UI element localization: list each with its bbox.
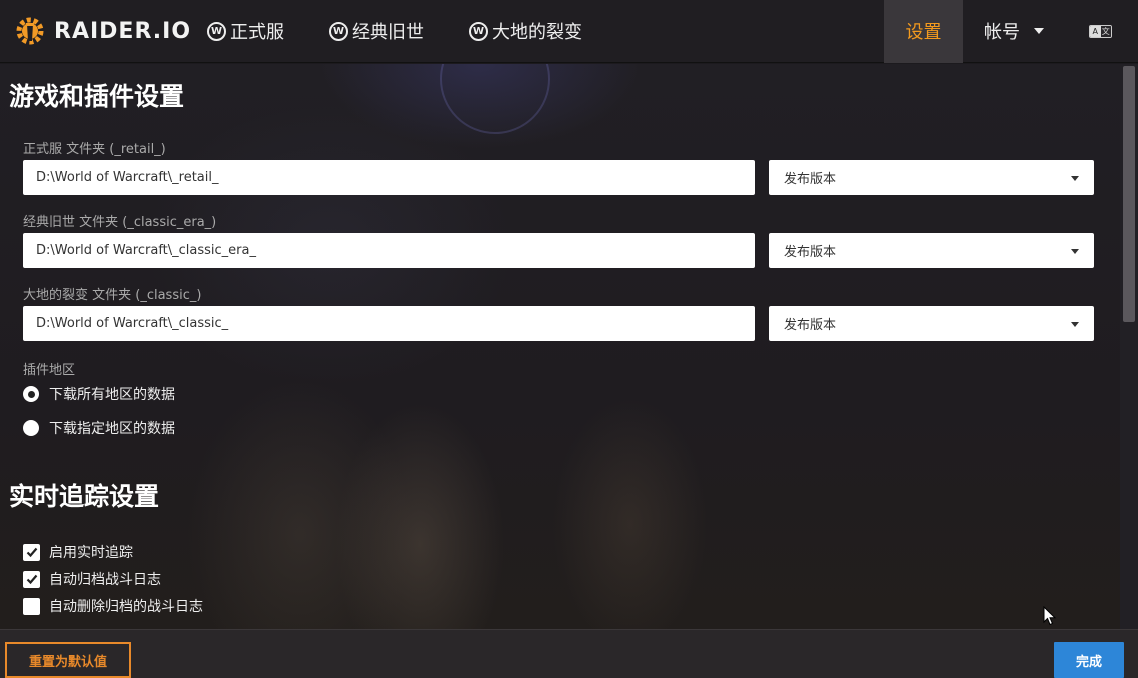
account-menu[interactable]: 帐号 (984, 0, 1044, 63)
radio-dot (27, 390, 35, 398)
chevron-down-icon (1034, 28, 1044, 34)
checkmark-icon (26, 574, 37, 585)
release-select-retail[interactable]: 发布版本 (769, 160, 1094, 195)
checkbox-label: 自动归档战斗日志 (49, 572, 161, 588)
radio-button[interactable] (23, 420, 39, 436)
dropdown-arrow-icon (1071, 249, 1079, 254)
checkbox-checked[interactable] (23, 570, 40, 588)
release-select-value: 发布版本 (784, 172, 837, 187)
checkbox-unchecked[interactable] (23, 597, 40, 615)
account-label: 帐号 (984, 22, 1020, 43)
nav-tab-label: 经典旧世 (352, 22, 424, 43)
section-title-game-settings: 游戏和插件设置 (9, 82, 185, 111)
wow-icon: W (329, 21, 348, 41)
nav-tab-cataclysm[interactable]: W 大地的裂变 (469, 0, 582, 63)
release-select-classic-era[interactable]: 发布版本 (769, 233, 1094, 268)
background-artwork (0, 64, 1120, 629)
done-button[interactable]: 完成 (1054, 642, 1124, 678)
nav-settings-tab[interactable]: 设置 (884, 0, 963, 63)
wow-icon: W (207, 21, 226, 41)
language-icon-right: 文 (1100, 26, 1111, 37)
top-nav-bar: RAIDER.IO W 正式服 W 经典旧世 W 大地的裂变 设置 帐号 A 文 (0, 0, 1138, 63)
footer-bar: 重置为默认值 完成 (0, 629, 1138, 678)
addon-region-label: 插件地区 (23, 363, 76, 378)
checkbox-enable-live-tracking[interactable]: 启用实时追踪 (23, 542, 133, 562)
nav-tab-label: 大地的裂变 (492, 22, 582, 43)
scrollbar[interactable] (1120, 64, 1138, 629)
reset-defaults-button[interactable]: 重置为默认值 (5, 642, 131, 678)
folder-label-classic-era: 经典旧世 文件夹 (_classic_era_) (23, 215, 217, 230)
checkbox-label: 启用实时追踪 (49, 545, 133, 561)
language-icon-left: A (1090, 26, 1101, 37)
release-select-value: 发布版本 (784, 318, 837, 333)
scrollbar-thumb[interactable] (1123, 66, 1135, 322)
folder-path-input-classic-era[interactable] (23, 233, 755, 268)
logo-text: RAIDER.IO (54, 18, 192, 44)
folder-path-input-classic[interactable] (23, 306, 755, 341)
nav-tab-label: 正式服 (230, 22, 284, 43)
background-portal-ring (440, 64, 550, 134)
nav-settings-label: 设置 (905, 22, 942, 43)
radio-all-regions[interactable]: 下载所有地区的数据 (23, 384, 175, 404)
radio-label: 下载指定地区的数据 (49, 421, 175, 437)
radio-button-selected[interactable] (23, 386, 39, 402)
release-select-classic[interactable]: 发布版本 (769, 306, 1094, 341)
folder-label-retail: 正式服 文件夹 (_retail_) (23, 142, 166, 157)
language-icon[interactable]: A 文 (1089, 25, 1112, 38)
nav-tab-classic-era[interactable]: W 经典旧世 (329, 0, 424, 63)
checkbox-auto-archive-logs[interactable]: 自动归档战斗日志 (23, 569, 161, 589)
checkbox-checked[interactable] (23, 543, 40, 561)
radio-label: 下载所有地区的数据 (49, 387, 175, 403)
checkbox-auto-delete-archived-logs[interactable]: 自动删除归档的战斗日志 (23, 596, 203, 616)
folder-path-input-retail[interactable] (23, 160, 755, 195)
radio-specific-region[interactable]: 下载指定地区的数据 (23, 418, 175, 438)
dropdown-arrow-icon (1071, 322, 1079, 327)
section-title-live-tracking: 实时追踪设置 (9, 482, 160, 511)
checkbox-label: 自动删除归档的战斗日志 (49, 599, 203, 615)
checkmark-icon (26, 547, 37, 558)
release-select-value: 发布版本 (784, 245, 837, 260)
raiderio-logo-icon (16, 17, 44, 45)
wow-icon: W (469, 21, 488, 41)
raiderio-logo[interactable]: RAIDER.IO (14, 0, 191, 63)
dropdown-arrow-icon (1071, 176, 1079, 181)
folder-label-classic: 大地的裂变 文件夹 (_classic_) (23, 288, 202, 303)
nav-tab-retail[interactable]: W 正式服 (207, 0, 284, 63)
mouse-cursor-icon (1043, 606, 1057, 626)
